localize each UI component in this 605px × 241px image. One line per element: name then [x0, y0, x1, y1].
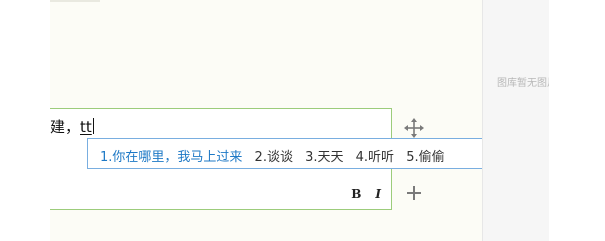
ime-candidate-5[interactable]: 5.偷偷	[406, 150, 444, 165]
format-toolbar: B I	[351, 187, 381, 201]
move-arrows-icon[interactable]	[403, 117, 425, 139]
gallery-empty-text: 图库暂无图片	[497, 78, 549, 89]
gallery-panel: 图库暂无图片	[482, 0, 549, 241]
ime-candidate-3[interactable]: 3.天天	[305, 150, 343, 165]
composition-text: tt	[80, 118, 92, 136]
committed-text: 建，	[50, 118, 81, 136]
ime-candidate-1[interactable]: 1.你在哪里，我马上过来	[100, 150, 242, 165]
text-caret	[92, 118, 94, 134]
ime-candidate-bar: 1.你在哪里，我马上过来 2.谈谈 3.天天 4.听听 5.偷偷	[87, 138, 542, 169]
editor-content[interactable]: 建，tt	[50, 116, 94, 137]
divider	[50, 0, 100, 2]
ime-candidate-4[interactable]: 4.听听	[356, 150, 394, 165]
italic-button[interactable]: I	[375, 187, 381, 201]
plus-icon[interactable]	[404, 183, 424, 203]
ime-candidate-2[interactable]: 2.谈谈	[255, 150, 293, 165]
ime-candidate-list: 1.你在哪里，我马上过来 2.谈谈 3.天天 4.听听 5.偷偷	[100, 146, 453, 165]
bold-button[interactable]: B	[351, 187, 361, 201]
